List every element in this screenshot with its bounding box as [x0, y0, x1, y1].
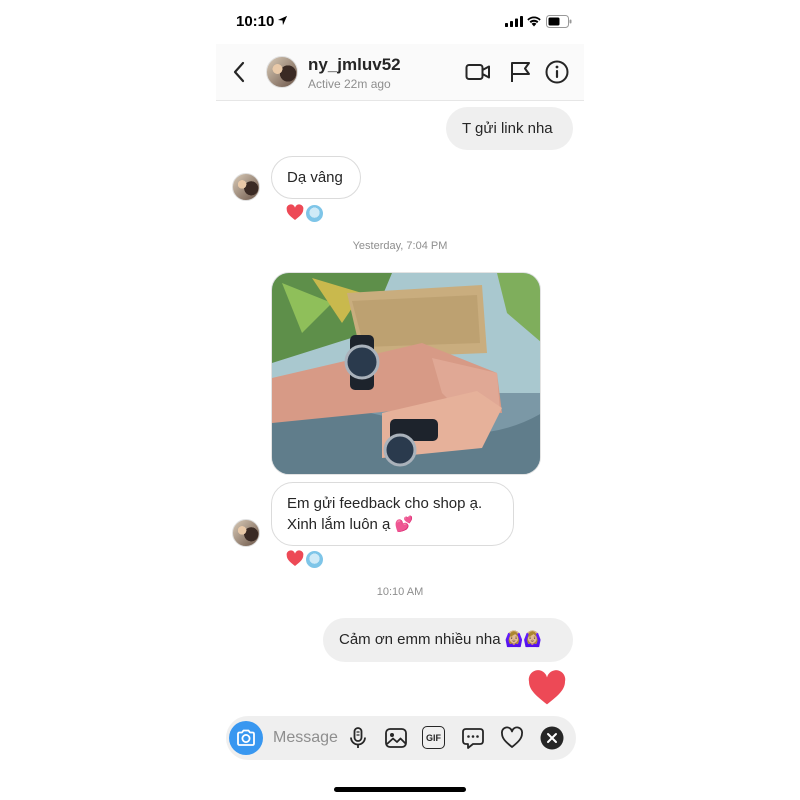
- watch-photo-image: [272, 273, 540, 474]
- message-text-line: Em gửi feedback cho shop ạ.: [287, 495, 483, 512]
- photo-message[interactable]: [271, 272, 541, 475]
- cellular-signal-icon: [505, 16, 523, 27]
- microphone-icon[interactable]: [346, 726, 370, 750]
- camera-button[interactable]: [229, 721, 263, 755]
- camera-icon: [237, 729, 255, 746]
- location-arrow-icon: [277, 15, 288, 26]
- message-text: T gửi link nha: [462, 120, 553, 137]
- message-reactions[interactable]: [286, 550, 326, 569]
- face-reaction-icon: [305, 550, 324, 569]
- chat-bubble-icon[interactable]: [461, 726, 485, 750]
- message-reactions[interactable]: [286, 204, 326, 223]
- report-flag-icon[interactable]: [508, 60, 534, 84]
- active-status: Active 22m ago: [308, 77, 391, 91]
- contact-avatar[interactable]: [266, 56, 298, 88]
- contact-username[interactable]: ny_jmluv52: [308, 55, 401, 75]
- message-bubble-outgoing[interactable]: Cảm ơn emm nhiều nha 🙆🏼‍♀️🙆🏼‍♀️: [323, 618, 573, 662]
- back-icon[interactable]: [232, 61, 246, 83]
- info-icon[interactable]: [544, 60, 570, 84]
- heart-reaction-icon: [286, 204, 304, 220]
- message-bubble-incoming[interactable]: Em gửi feedback cho shop ạ. Xinh lắm luô…: [271, 482, 514, 546]
- home-indicator[interactable]: [334, 787, 466, 792]
- chat-header: ny_jmluv52 Active 22m ago: [216, 44, 584, 101]
- gallery-icon[interactable]: [384, 726, 408, 750]
- message-bubble-incoming[interactable]: Dạ vâng: [271, 156, 361, 199]
- heart-icon[interactable]: [500, 726, 524, 750]
- message-bubble-outgoing[interactable]: T gửi link nha: [446, 107, 573, 150]
- wifi-icon: [527, 16, 541, 27]
- video-call-icon[interactable]: [465, 60, 491, 84]
- sender-avatar: [232, 519, 260, 547]
- gif-label: GIF: [426, 732, 441, 743]
- face-reaction-icon: [305, 204, 324, 223]
- message-timestamp: Yesterday, 7:04 PM: [352, 240, 448, 252]
- sender-avatar: [232, 173, 260, 201]
- message-text: Cảm ơn emm nhiều nha 🙆🏼‍♀️🙆🏼‍♀️: [339, 631, 543, 648]
- close-icon[interactable]: [540, 726, 564, 750]
- chat-screen: 10:10 ny_jmluv52 Active 22m ago T gửi li…: [216, 0, 584, 800]
- status-time: 10:10: [236, 13, 275, 30]
- message-timestamp: 10:10 AM: [376, 586, 424, 598]
- message-composer: GIF: [226, 716, 576, 760]
- battery-icon: [546, 15, 572, 28]
- message-text-line: Xinh lắm luôn ạ 💕: [287, 516, 414, 533]
- message-text: Dạ vâng: [287, 169, 343, 186]
- status-bar: 10:10: [216, 0, 584, 44]
- like-heart-icon[interactable]: [527, 670, 567, 706]
- gif-button[interactable]: GIF: [422, 726, 445, 749]
- heart-reaction-icon: [286, 550, 304, 566]
